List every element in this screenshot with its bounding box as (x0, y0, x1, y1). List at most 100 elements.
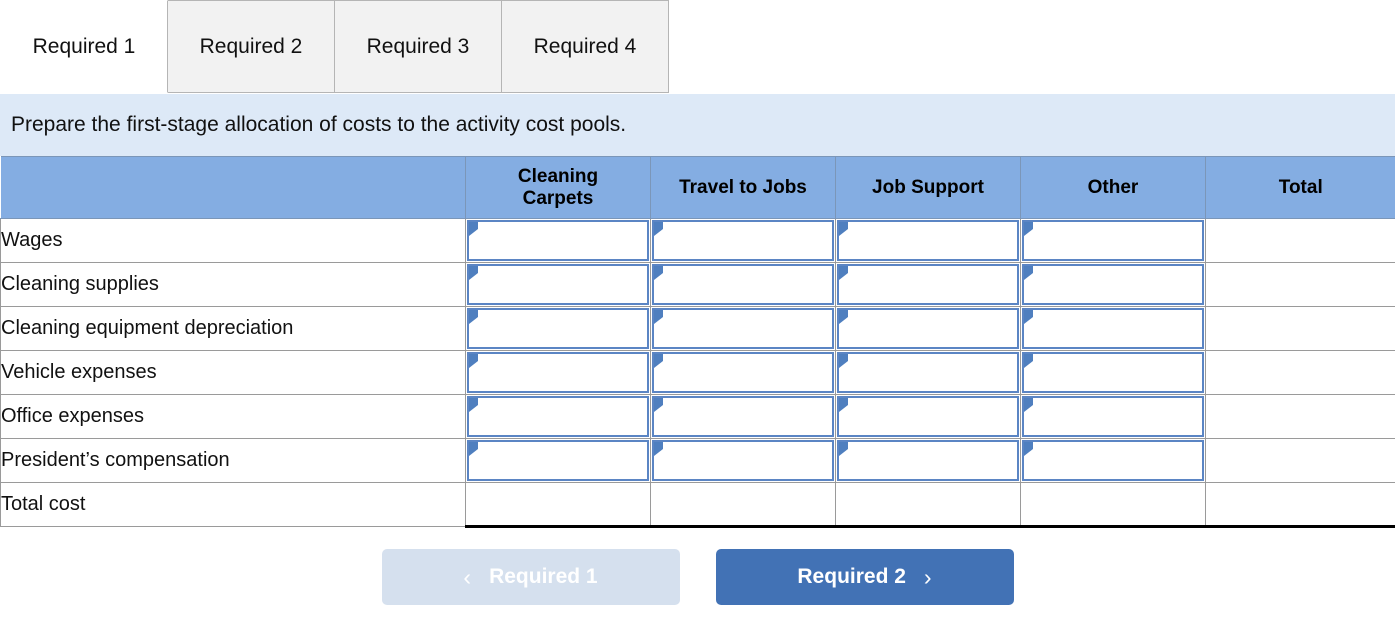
cell-input[interactable] (472, 445, 644, 476)
cell-office-expenses-travel-to-jobs[interactable] (650, 394, 836, 439)
cell-input[interactable] (657, 445, 829, 476)
cell-input[interactable] (1027, 401, 1199, 432)
cell-input[interactable] (657, 357, 829, 388)
input-box (467, 308, 649, 349)
input-box (1022, 352, 1204, 393)
table-row: Cleaning equipment depreciation (0, 306, 1395, 351)
input-box (1022, 264, 1204, 305)
cell-vehicle-expenses-job-support[interactable] (835, 350, 1021, 395)
cell-wages-other[interactable] (1020, 218, 1206, 263)
header-line-1: Cleaning (517, 166, 599, 188)
tab-label: Required 1 (32, 34, 136, 58)
input-box (652, 308, 834, 349)
cell-cleaning-equipment-depreciation-total (1205, 306, 1395, 351)
cell-vehicle-expenses-travel-to-jobs[interactable] (650, 350, 836, 395)
table-row: Wages (0, 218, 1395, 263)
cell-presidents-compensation-travel-to-jobs[interactable] (650, 438, 836, 483)
cell-input[interactable] (472, 225, 644, 256)
chevron-left-icon: ‹ (463, 563, 472, 590)
input-box (1022, 396, 1204, 437)
cell-presidents-compensation-job-support[interactable] (835, 438, 1021, 483)
cell-wages-cleaning-carpets[interactable] (465, 218, 651, 263)
cell-input[interactable] (472, 401, 644, 432)
input-box (837, 440, 1019, 481)
next-required-button[interactable]: Required 2 › (715, 549, 1014, 605)
instruction-banner: Prepare the first-stage allocation of co… (0, 94, 1395, 156)
input-box (837, 264, 1019, 305)
input-box (467, 220, 649, 261)
input-box (467, 440, 649, 481)
tab-required-1[interactable]: Required 1 (0, 0, 168, 93)
instruction-text: Prepare the first-stage allocation of co… (11, 113, 627, 136)
header-line-2: Carpets (522, 187, 594, 209)
cell-vehicle-expenses-other[interactable] (1020, 350, 1206, 395)
input-box (1022, 220, 1204, 261)
cell-cleaning-equipment-depreciation-other[interactable] (1020, 306, 1206, 351)
input-box (1022, 440, 1204, 481)
column-header-travel-to-jobs: Travel to Jobs (650, 156, 836, 219)
cell-presidents-compensation-cleaning-carpets[interactable] (465, 438, 651, 483)
cell-input[interactable] (1027, 357, 1199, 388)
cell-wages-travel-to-jobs[interactable] (650, 218, 836, 263)
cell-total-cost-total (1205, 482, 1395, 528)
tab-label: Required 4 (533, 34, 637, 58)
input-box (837, 396, 1019, 437)
input-box (837, 308, 1019, 349)
input-box (1022, 308, 1204, 349)
table-body: Wages Cleaning supplies Cleaning equipme… (0, 218, 1395, 528)
tab-required-3[interactable]: Required 3 (334, 0, 502, 93)
cell-cleaning-equipment-depreciation-cleaning-carpets[interactable] (465, 306, 651, 351)
previous-button-label: Required 1 (489, 565, 598, 588)
input-box (467, 264, 649, 305)
cell-input[interactable] (657, 225, 829, 256)
cell-input[interactable] (472, 313, 644, 344)
cell-total-cost-job-support (835, 482, 1021, 528)
cell-cleaning-supplies-cleaning-carpets[interactable] (465, 262, 651, 307)
cell-total-cost-other (1020, 482, 1206, 528)
tab-required-2[interactable]: Required 2 (167, 0, 335, 93)
cell-input[interactable] (842, 225, 1014, 256)
previous-required-button[interactable]: ‹ Required 1 (381, 549, 680, 605)
cell-input[interactable] (842, 401, 1014, 432)
cell-input[interactable] (1027, 225, 1199, 256)
cell-input[interactable] (842, 445, 1014, 476)
cell-presidents-compensation-other[interactable] (1020, 438, 1206, 483)
cell-wages-job-support[interactable] (835, 218, 1021, 263)
allocation-table: Cleaning Carpets Travel to Jobs Job Supp… (0, 156, 1395, 528)
cell-office-expenses-job-support[interactable] (835, 394, 1021, 439)
tab-required-4[interactable]: Required 4 (501, 0, 669, 93)
cell-input[interactable] (657, 313, 829, 344)
row-label-presidents-compensation: President’s compensation (0, 438, 466, 483)
row-label-vehicle-expenses: Vehicle expenses (0, 350, 466, 395)
cell-input[interactable] (657, 269, 829, 300)
cell-input[interactable] (472, 357, 644, 388)
input-box (652, 352, 834, 393)
cell-cleaning-supplies-job-support[interactable] (835, 262, 1021, 307)
cell-office-expenses-cleaning-carpets[interactable] (465, 394, 651, 439)
cell-cleaning-supplies-travel-to-jobs[interactable] (650, 262, 836, 307)
cell-input[interactable] (842, 357, 1014, 388)
input-box (652, 264, 834, 305)
chevron-right-icon: › (923, 563, 932, 590)
cell-office-expenses-other[interactable] (1020, 394, 1206, 439)
row-label-cleaning-supplies: Cleaning supplies (0, 262, 466, 307)
input-box (837, 352, 1019, 393)
row-label-cleaning-equipment-depreciation: Cleaning equipment depreciation (0, 306, 466, 351)
cell-input[interactable] (1027, 313, 1199, 344)
cell-cleaning-equipment-depreciation-job-support[interactable] (835, 306, 1021, 351)
cell-input[interactable] (842, 313, 1014, 344)
cell-cleaning-equipment-depreciation-travel-to-jobs[interactable] (650, 306, 836, 351)
cell-input[interactable] (1027, 445, 1199, 476)
cell-input[interactable] (842, 269, 1014, 300)
tab-label: Required 3 (366, 34, 470, 58)
input-box (467, 396, 649, 437)
cell-input[interactable] (657, 401, 829, 432)
cell-vehicle-expenses-cleaning-carpets[interactable] (465, 350, 651, 395)
table-row: Cleaning supplies (0, 262, 1395, 307)
cell-office-expenses-total (1205, 394, 1395, 439)
cell-cleaning-supplies-other[interactable] (1020, 262, 1206, 307)
cell-input[interactable] (472, 269, 644, 300)
input-box (467, 352, 649, 393)
cell-input[interactable] (1027, 269, 1199, 300)
table-row: Vehicle expenses (0, 350, 1395, 395)
